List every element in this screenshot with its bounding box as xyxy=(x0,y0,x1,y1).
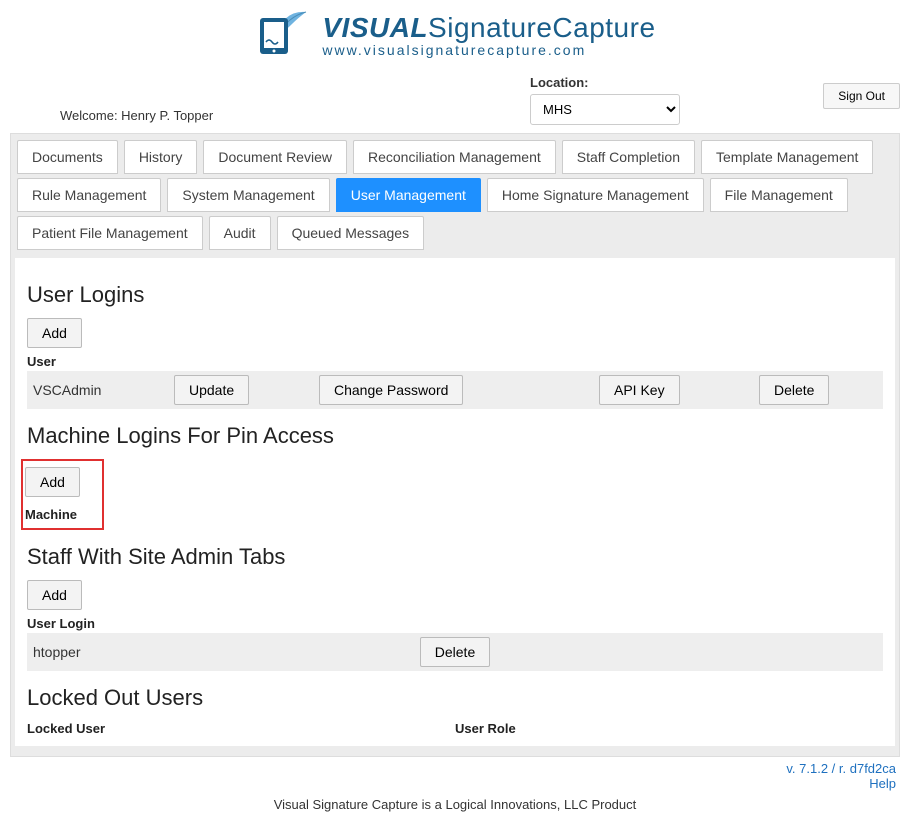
tab-user-management[interactable]: User Management xyxy=(336,178,481,212)
tab-file-management[interactable]: File Management xyxy=(710,178,848,212)
tab-template-management[interactable]: Template Management xyxy=(701,140,873,174)
tabs-container: DocumentsHistoryDocument ReviewReconcili… xyxy=(10,133,900,757)
version-text: v. 7.1.2 / r. d7fd2ca xyxy=(786,761,896,776)
user-cell: VSCAdmin xyxy=(33,382,168,398)
machine-logins-add-button[interactable]: Add xyxy=(25,467,80,497)
logo-text: VISUALSignatureCapture www.visualsignatu… xyxy=(322,12,655,58)
tab-document-review[interactable]: Document Review xyxy=(203,140,347,174)
logo-icon xyxy=(254,8,314,61)
change-password-button[interactable]: Change Password xyxy=(319,375,463,405)
logo-visual: VISUAL xyxy=(322,12,428,43)
machine-logins-col: Machine xyxy=(25,507,80,522)
tab-documents[interactable]: Documents xyxy=(17,140,118,174)
logo-area: VISUALSignatureCapture www.visualsignatu… xyxy=(0,0,910,65)
tabs-row: DocumentsHistoryDocument ReviewReconcili… xyxy=(15,138,895,252)
user-row: VSCAdmin Update Change Password API Key … xyxy=(27,371,883,409)
tab-rule-management[interactable]: Rule Management xyxy=(17,178,161,212)
tab-system-management[interactable]: System Management xyxy=(167,178,329,212)
staff-admin-title: Staff With Site Admin Tabs xyxy=(27,544,883,570)
staff-admin-add-button[interactable]: Add xyxy=(27,580,82,610)
user-role-col: User Role xyxy=(455,721,883,736)
welcome-text: Welcome: Henry P. Topper xyxy=(60,108,213,125)
tab-content: User Logins Add User VSCAdmin Update Cha… xyxy=(15,258,895,746)
location-label: Location: xyxy=(530,75,680,90)
signout-button[interactable]: Sign Out xyxy=(823,83,900,109)
locked-users-title: Locked Out Users xyxy=(27,685,883,711)
user-logins-title: User Logins xyxy=(27,282,883,308)
tab-home-signature-management[interactable]: Home Signature Management xyxy=(487,178,704,212)
delete-user-button[interactable]: Delete xyxy=(759,375,829,405)
locked-user-col: Locked User xyxy=(27,721,455,736)
user-logins-col: User xyxy=(27,354,883,369)
update-button[interactable]: Update xyxy=(174,375,249,405)
location-block: Location: MHS xyxy=(530,75,680,125)
staff-admin-col: User Login xyxy=(27,616,883,631)
tab-queued-messages[interactable]: Queued Messages xyxy=(277,216,425,250)
staff-user-cell: htopper xyxy=(33,644,414,660)
tab-staff-completion[interactable]: Staff Completion xyxy=(562,140,695,174)
tab-reconciliation-management[interactable]: Reconciliation Management xyxy=(353,140,556,174)
delete-staff-button[interactable]: Delete xyxy=(420,637,490,667)
staff-row: htopper Delete xyxy=(27,633,883,671)
logo-url: www.visualsignaturecapture.com xyxy=(322,42,655,58)
locked-users-cols: Locked User User Role xyxy=(27,721,883,736)
location-select[interactable]: MHS xyxy=(530,94,680,125)
logo-signature: SignatureCapture xyxy=(428,12,655,43)
machine-logins-title: Machine Logins For Pin Access xyxy=(27,423,883,449)
help-link[interactable]: Help xyxy=(869,776,896,791)
product-line: Visual Signature Capture is a Logical In… xyxy=(0,793,910,822)
highlight-annotation: Add Machine xyxy=(21,459,104,530)
topbar: Welcome: Henry P. Topper Location: MHS S… xyxy=(0,65,910,129)
user-logins-add-button[interactable]: Add xyxy=(27,318,82,348)
tab-audit[interactable]: Audit xyxy=(209,216,271,250)
api-key-button[interactable]: API Key xyxy=(599,375,680,405)
tab-history[interactable]: History xyxy=(124,140,198,174)
tab-patient-file-management[interactable]: Patient File Management xyxy=(17,216,203,250)
footer: v. 7.1.2 / r. d7fd2ca Help xyxy=(0,757,910,793)
